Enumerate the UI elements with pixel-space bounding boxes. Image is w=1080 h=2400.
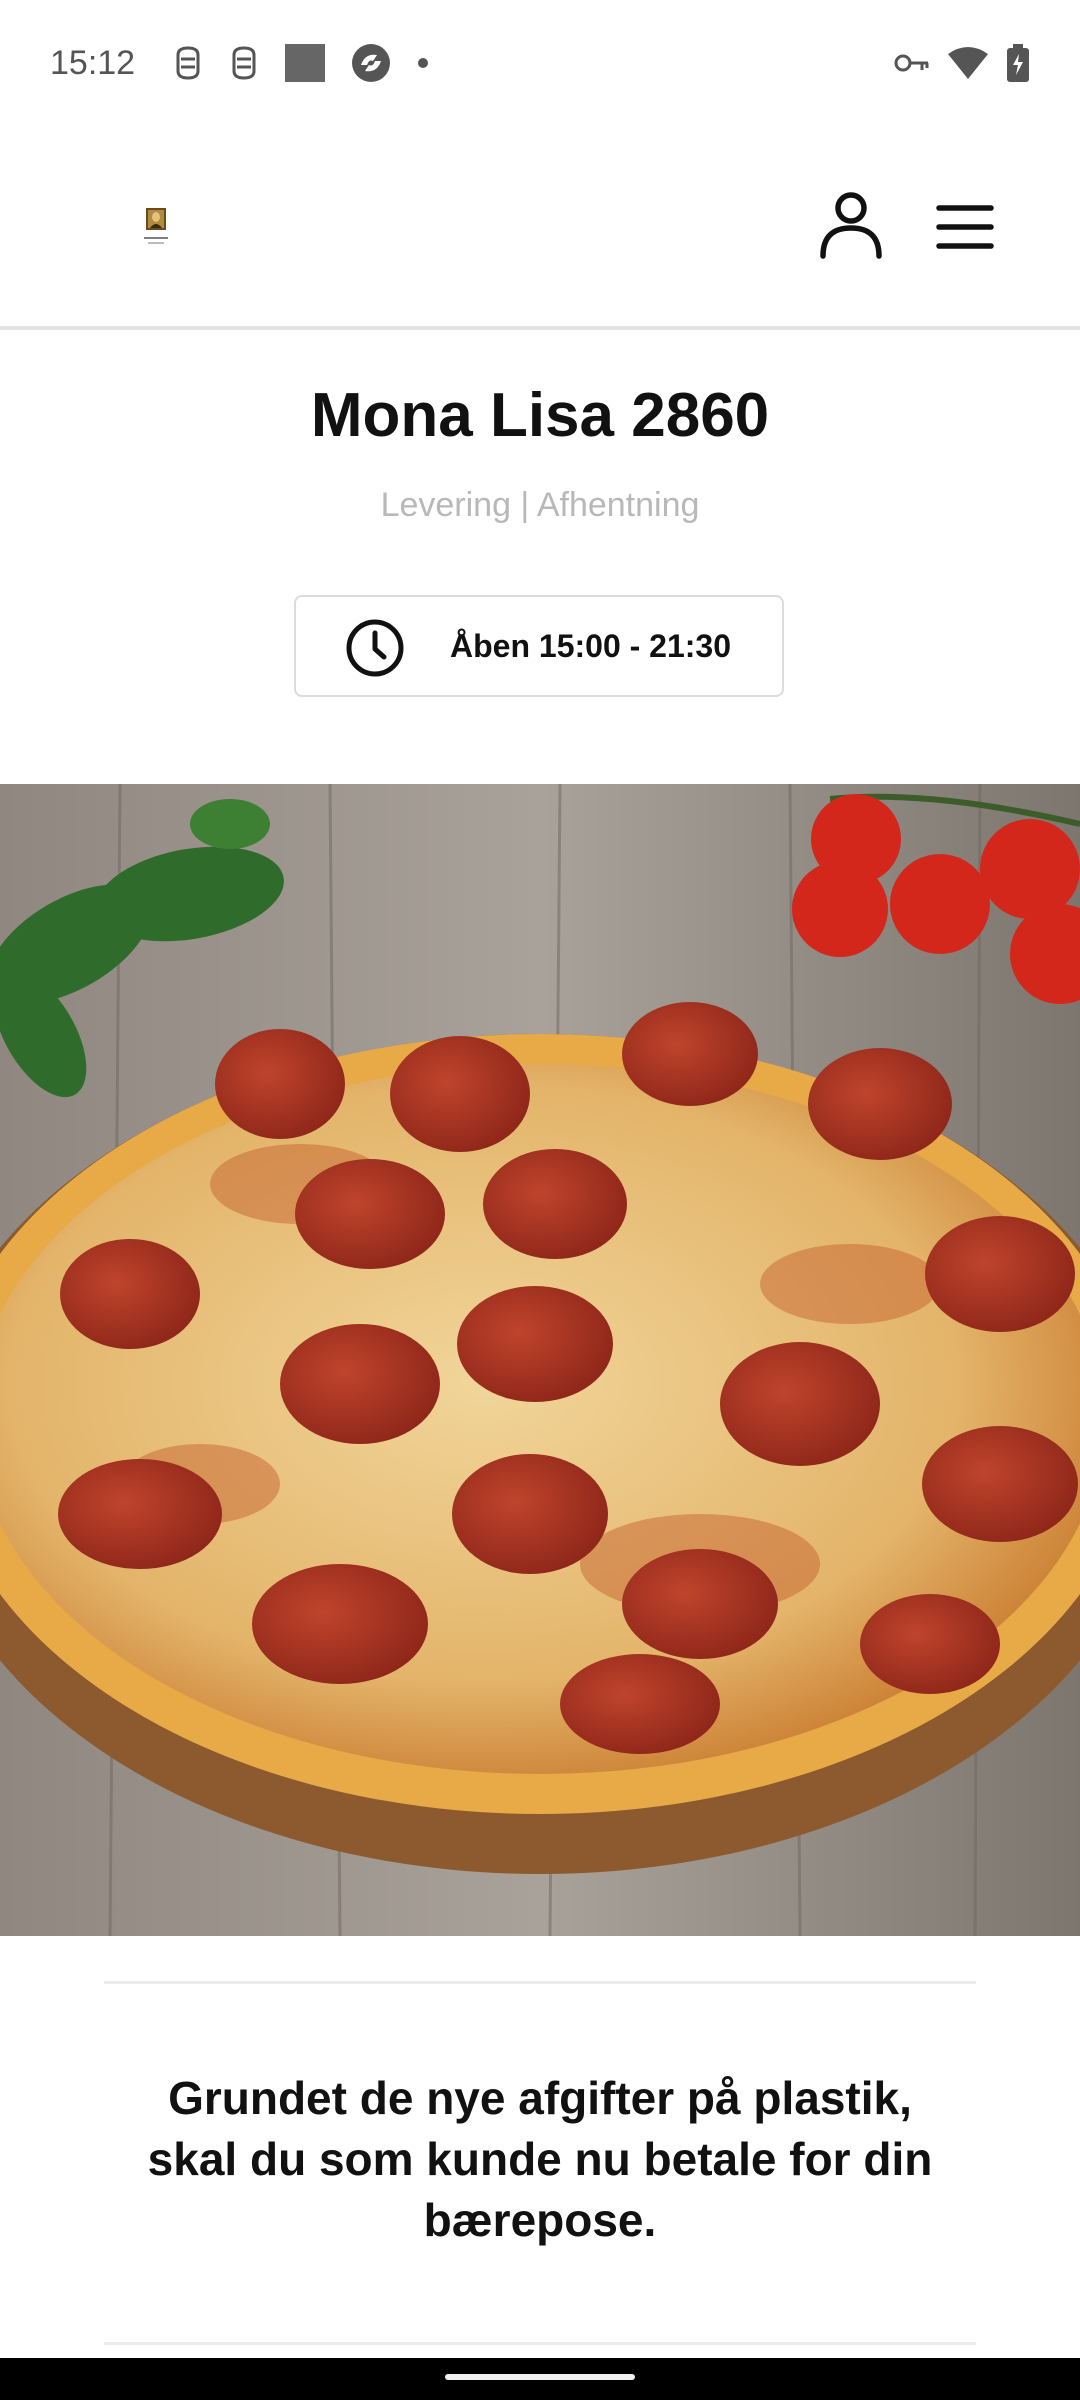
square-icon [285,44,326,82]
status-bar: 15:12 [0,0,1080,126]
divider-bottom [104,2342,976,2345]
app-icon [352,44,391,82]
plastic-bag-notice: Grundet de nye afgifter på plastik, skal… [147,2072,933,2246]
restaurant-name: Mona Lisa 2860 [310,381,770,450]
vpn-key-icon [894,54,929,72]
notification-icon [176,46,200,80]
hamburger-menu-icon[interactable] [935,202,995,252]
opening-hours-text: Åben 15:00 - 21:30 [450,628,732,664]
battery-charging-icon [1007,44,1029,82]
system-nav-bar [0,2358,1080,2400]
home-indicator[interactable] [445,2374,635,2380]
user-icon[interactable] [815,190,887,262]
divider-top [104,1981,976,1984]
wifi-icon [948,47,988,79]
clock-icon [346,619,404,677]
opening-hours-button[interactable]: Åben 15:00 - 21:30 [294,595,784,697]
dot-icon [418,58,429,68]
restaurant-logo[interactable] [140,208,172,248]
status-icons-right [894,44,1030,82]
pepperoni-pizza-photo [0,784,1080,1936]
notification-icon [232,46,256,80]
app-header [0,126,1080,330]
service-types: Levering | Afhentning [380,486,700,524]
status-icons-left [173,43,429,83]
status-time: 15:12 [50,43,136,82]
